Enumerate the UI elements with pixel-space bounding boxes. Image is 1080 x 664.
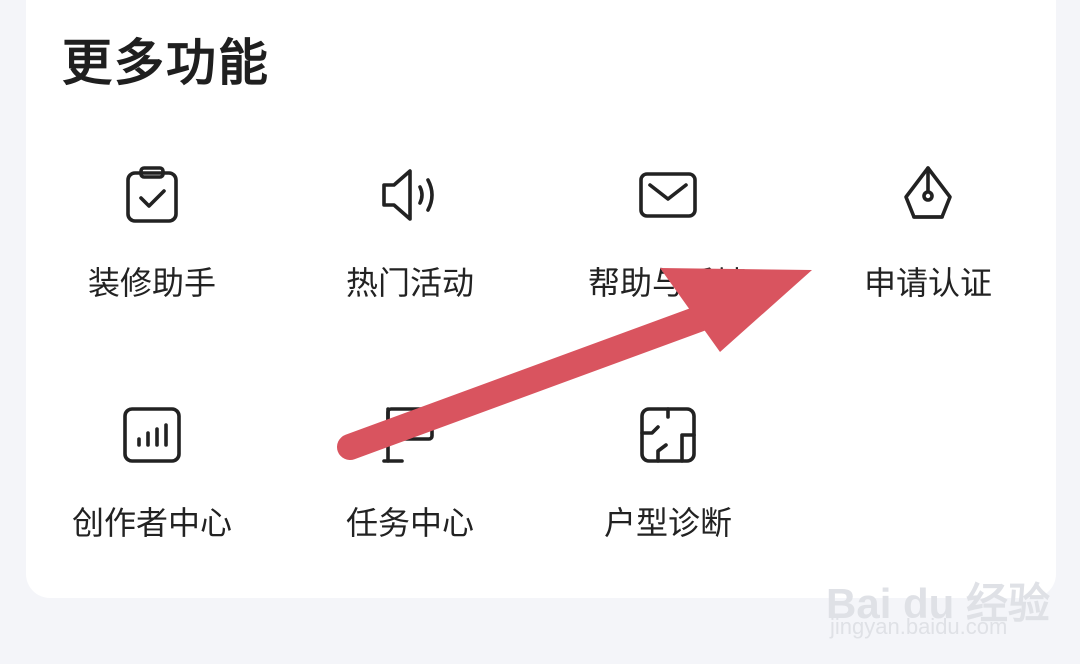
feature-label: 装修助手 xyxy=(87,264,216,302)
flag-icon xyxy=(380,405,440,465)
mail-icon xyxy=(638,165,698,225)
speaker-icon xyxy=(380,165,440,225)
floorplan-icon xyxy=(638,405,698,465)
feature-label: 任务中心 xyxy=(345,504,474,542)
clipboard-check-icon xyxy=(122,165,182,225)
feature-help-feedback[interactable]: 帮助与反馈 xyxy=(568,165,768,335)
feature-creator-center[interactable]: 创作者中心 xyxy=(52,405,252,575)
feature-label: 申请认证 xyxy=(863,264,992,302)
bar-chart-icon xyxy=(122,405,182,465)
feature-floorplan-diagnosis[interactable]: 户型诊断 xyxy=(568,405,768,575)
feature-decoration-assistant[interactable]: 装修助手 xyxy=(52,165,252,335)
feature-apply-certification[interactable]: 申请认证 xyxy=(828,165,1028,335)
section-title: 更多功能 xyxy=(62,34,270,92)
feature-label: 热门活动 xyxy=(345,264,474,302)
feature-label: 帮助与反馈 xyxy=(587,264,748,302)
feature-hot-events[interactable]: 热门活动 xyxy=(310,165,510,335)
feature-task-center[interactable]: 任务中心 xyxy=(310,405,510,575)
pen-nib-icon xyxy=(898,165,958,225)
feature-label: 创作者中心 xyxy=(71,504,232,542)
feature-label: 户型诊断 xyxy=(603,504,732,542)
watermark-url: jingyan.baidu.com xyxy=(830,614,1008,639)
